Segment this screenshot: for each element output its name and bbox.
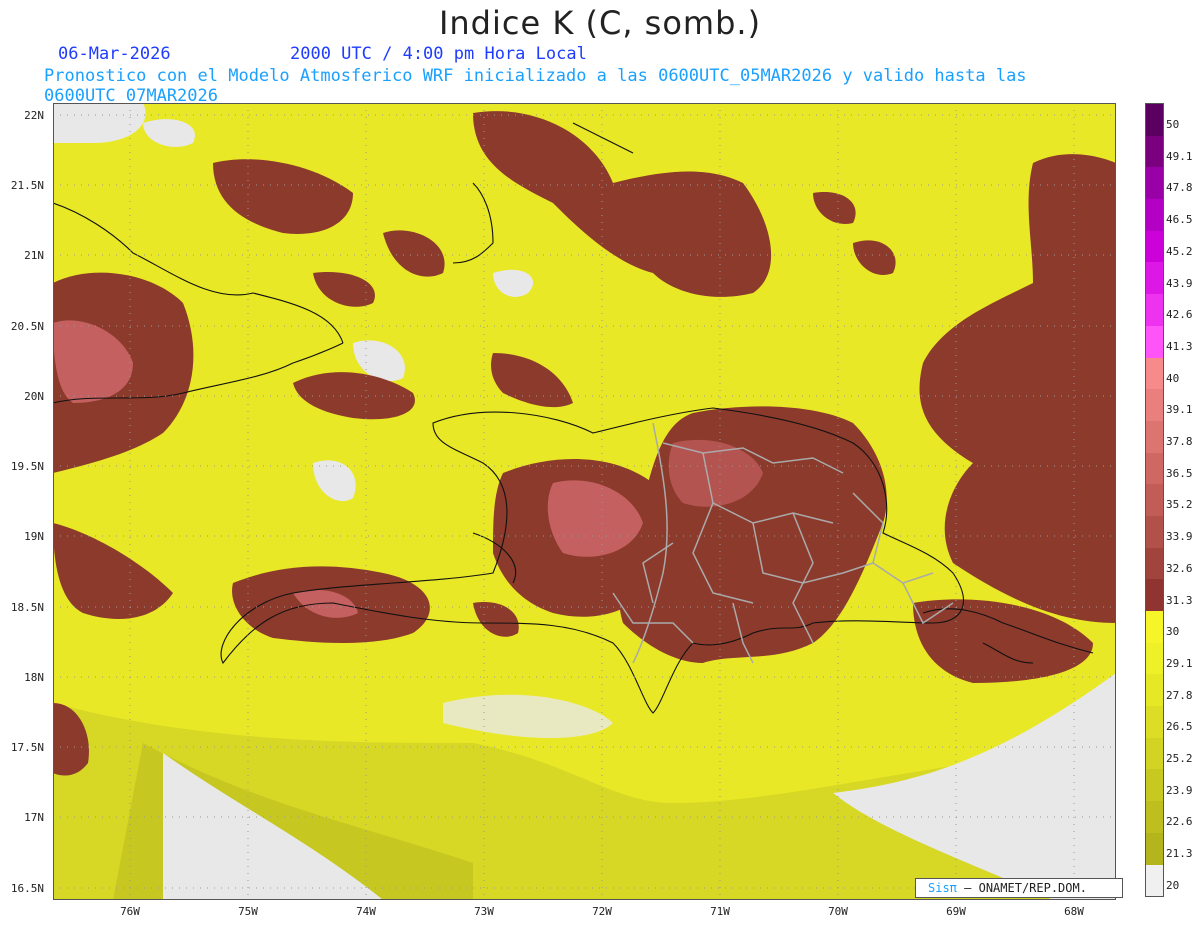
colorbar-label: 26.5	[1166, 720, 1193, 734]
lat-label: 21.5N	[10, 179, 44, 192]
colorbar-label: 39.1	[1166, 403, 1193, 417]
k-index-map	[53, 103, 1116, 900]
map-title: Indice K (C, somb.)	[438, 4, 762, 42]
lon-label: 76W	[120, 905, 140, 918]
colorbar-segment	[1146, 769, 1163, 802]
lat-label: 22N	[24, 109, 44, 122]
colorbar-label: 32.6	[1166, 561, 1193, 575]
forecast-date: 06-Mar-2026	[58, 44, 171, 64]
colorbar-segment	[1146, 357, 1163, 390]
lat-label: 17N	[24, 811, 44, 824]
colorbar-label: 49.1	[1166, 149, 1193, 163]
forecast-subtitle: Pronostico con el Modelo Atmosferico WRF…	[44, 66, 1027, 106]
lat-label: 17.5N	[10, 741, 44, 754]
colorbar-segment	[1146, 674, 1163, 707]
colorbar-label: 27.8	[1166, 688, 1193, 702]
lon-label: 68W	[1064, 905, 1084, 918]
lon-label: 69W	[946, 905, 966, 918]
colorbar-label: 20	[1166, 878, 1180, 892]
colorbar-segment	[1146, 230, 1163, 263]
colorbar-label: 45.2	[1166, 244, 1193, 258]
colorbar-label: 37.8	[1166, 435, 1193, 448]
colorbar-segment	[1146, 135, 1163, 168]
colorbar-label: 22.6	[1166, 815, 1193, 829]
colorbar-segment	[1146, 864, 1163, 897]
colorbar-label: 47.8	[1166, 181, 1193, 195]
credit-text: – ONAMET/REP.DOM.	[964, 881, 1087, 895]
credit-brand: Sisπ	[928, 881, 957, 895]
colorbar-segment	[1146, 199, 1163, 231]
lon-label: 70W	[828, 905, 848, 918]
lat-label: 21N	[24, 249, 44, 262]
colorbar-segment	[1146, 104, 1163, 136]
colorbar-label: 46.5	[1166, 213, 1193, 227]
lat-label: 20N	[24, 390, 44, 403]
colorbar-segment	[1146, 611, 1163, 643]
colorbar-label: 30	[1166, 625, 1180, 639]
lat-label: 19N	[24, 530, 44, 543]
lon-label: 72W	[592, 905, 612, 918]
colorbar-segment	[1146, 294, 1163, 326]
lon-label: 71W	[710, 905, 730, 918]
colorbar-segment	[1146, 579, 1163, 611]
colorbar-label: 21.3	[1166, 847, 1193, 861]
colorbar-label: 36.5	[1166, 466, 1193, 480]
colorbar-segment	[1146, 642, 1163, 675]
lat-label: 19.5N	[10, 460, 44, 473]
lon-label: 75W	[238, 905, 258, 918]
colorbar	[1145, 103, 1164, 898]
colorbar-label: 23.9	[1166, 783, 1193, 797]
colorbar-label: 41.3	[1166, 339, 1193, 353]
colorbar-label: 40	[1166, 371, 1180, 385]
colorbar-label: 29.1	[1166, 656, 1193, 670]
colorbar-segment	[1146, 420, 1163, 453]
colorbar-label: 50	[1166, 118, 1180, 131]
colorbar-segment	[1146, 547, 1163, 580]
colorbar-label: 33.9	[1166, 530, 1193, 544]
colorbar-segment	[1146, 801, 1163, 833]
lat-label: 16.5N	[10, 882, 44, 895]
colorbar-label: 31.3	[1166, 593, 1193, 607]
credit-box: Sisπ – ONAMET/REP.DOM.	[915, 878, 1123, 898]
colorbar-label: 35.2	[1166, 498, 1193, 512]
forecast-time: 2000 UTC / 4:00 pm Hora Local	[290, 44, 587, 64]
lat-label: 18.5N	[10, 601, 44, 614]
colorbar-segment	[1146, 325, 1163, 358]
colorbar-label: 43.9	[1166, 276, 1193, 290]
lon-label: 73W	[474, 905, 494, 918]
lon-label: 74W	[356, 905, 376, 918]
colorbar-segment	[1146, 706, 1163, 738]
colorbar-segment	[1146, 262, 1163, 295]
colorbar-segment	[1146, 832, 1163, 865]
colorbar-label: 42.6	[1166, 308, 1193, 322]
colorbar-segment	[1146, 167, 1163, 200]
colorbar-segment	[1146, 484, 1163, 516]
colorbar-segment	[1146, 452, 1163, 485]
lat-label: 18N	[24, 671, 44, 684]
colorbar-segment	[1146, 737, 1163, 770]
lat-label: 20.5N	[10, 320, 44, 333]
colorbar-label: 25.2	[1166, 752, 1193, 765]
colorbar-segment	[1146, 515, 1163, 548]
colorbar-segment	[1146, 389, 1163, 421]
